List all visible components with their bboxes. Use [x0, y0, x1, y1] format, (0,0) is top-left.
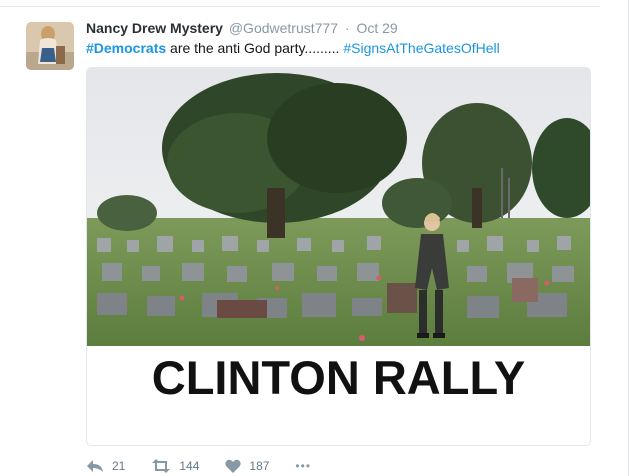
- retweet-button[interactable]: 144: [151, 459, 199, 473]
- media-image[interactable]: CLINTON RALLY: [86, 67, 591, 446]
- cemetery-photo: [87, 68, 590, 346]
- author-handle[interactable]: @Godwetrust777: [229, 20, 338, 36]
- reply-icon: [87, 460, 103, 472]
- reply-count: 21: [112, 459, 126, 473]
- tweet-header: Nancy Drew Mystery @Godwetrust777 · Oct …: [86, 20, 398, 36]
- like-count: 187: [249, 459, 270, 473]
- tweet-actions: 21 144 187 •••: [86, 456, 311, 476]
- hashtag-signs[interactable]: #SignsAtTheGatesOfHell: [343, 40, 499, 56]
- timestamp[interactable]: Oct 29: [356, 20, 397, 36]
- retweet-count: 144: [179, 459, 200, 473]
- like-icon: [225, 459, 242, 473]
- author-name[interactable]: Nancy Drew Mystery: [86, 20, 223, 36]
- divider: [0, 6, 600, 7]
- more-icon: •••: [295, 459, 312, 473]
- retweet-icon: [152, 459, 171, 473]
- more-button[interactable]: •••: [295, 459, 311, 473]
- tweet-card: Nancy Drew Mystery @Godwetrust777 · Oct …: [0, 0, 629, 476]
- reply-button[interactable]: 21: [86, 459, 125, 473]
- tweet-body-text: are the anti God party.........: [166, 40, 344, 56]
- avatar[interactable]: [26, 22, 74, 70]
- separator: ·: [344, 20, 350, 36]
- like-button[interactable]: 187: [225, 459, 269, 473]
- hashtag-democrats[interactable]: #Democrats: [86, 40, 166, 56]
- tweet-text: #Democrats are the anti God party.......…: [86, 40, 500, 56]
- image-caption: CLINTON RALLY: [151, 351, 526, 404]
